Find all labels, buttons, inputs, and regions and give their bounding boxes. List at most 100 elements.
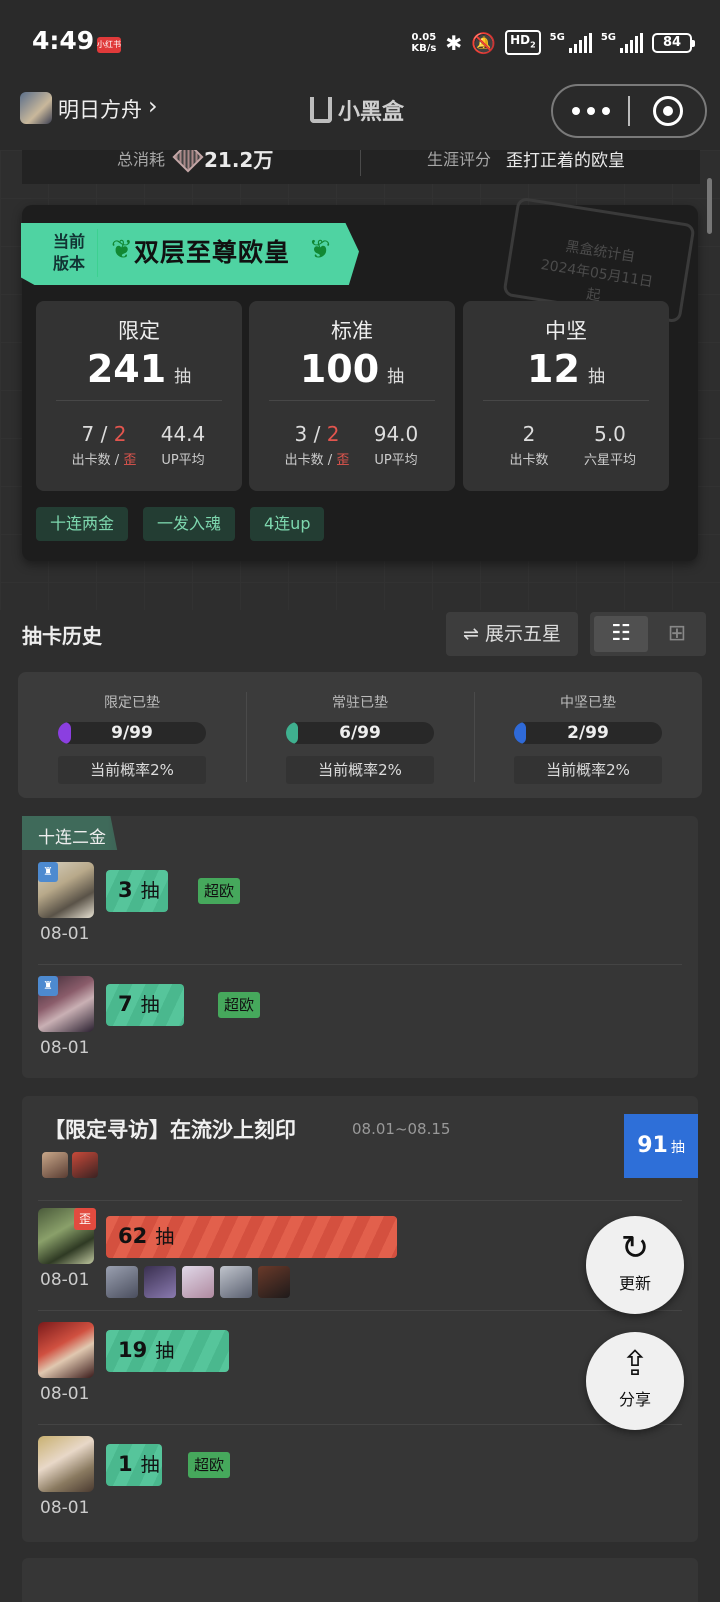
pull-count-bar: 3抽 [106, 870, 168, 912]
history-title: 抽卡历史 [22, 624, 102, 648]
orundum-icon [172, 150, 204, 173]
grid-view-icon[interactable]: ⊞ [650, 616, 704, 652]
pool-six-star-average: 5.0 六星平均 [583, 422, 636, 468]
lucky-badge: 超欧 [218, 992, 261, 1018]
career-score-label: 生涯评分 [427, 150, 492, 169]
lucky-badge: 超欧 [198, 878, 241, 904]
laurel-left-icon: ❦ [111, 235, 133, 265]
achievement-tag: 一发入魂 [143, 507, 236, 541]
banner-date-range: 08.01~08.15 [352, 1120, 451, 1138]
pull-date: 08-01 [40, 924, 90, 944]
hd-voice-icon: HD2 [505, 30, 541, 56]
pity-standard: 常驻已垫 6/99 当前概率2% [246, 672, 474, 798]
rank-card: 黑盒统计自 2024年05月11日起 当前 版本 ❦ 双层至尊欧皇 ❦ 限定 241… [21, 196, 698, 561]
pull-count-bar: 19 抽 [106, 1330, 229, 1372]
pool-standard: 标准 100 抽 3 / 2 出卡数 / 歪 94.0 UP平均 [249, 301, 455, 491]
chevron-right-icon[interactable]: › [148, 92, 158, 120]
pity-progress-bar: 2/99 [514, 722, 662, 744]
operator-avatar[interactable] [38, 1322, 94, 1378]
pool-up-average: 94.0 UP平均 [373, 422, 419, 468]
pool-obtained-stat: 7 / 2 出卡数 / 歪 [71, 422, 137, 468]
group-tag: 十连二金 [22, 816, 118, 850]
status-time: 4:49 [32, 26, 95, 55]
pool-obtained-stat: 3 / 2 出卡数 / 歪 [284, 422, 350, 468]
rank-banner: 当前 版本 ❦ 双层至尊欧皇 ❦ [21, 223, 359, 285]
pity-limited: 限定已垫 9/99 当前概率2% [18, 672, 246, 798]
pool-pull-count: 241 抽 [86, 347, 192, 391]
pool-title: 中坚 [545, 319, 587, 343]
pool-pull-count: 12 抽 [527, 347, 605, 391]
pull-date: 08-01 [40, 1038, 90, 1058]
signal-sim2-icon: 5G [601, 32, 643, 53]
total-cost-label: 总消耗 [117, 150, 166, 169]
career-score-value: 歪打正着的欧皇 [506, 151, 625, 171]
lucky-badge: 超欧 [188, 1452, 231, 1478]
status-icons: 0.05 KB/s ✱ 🔕 HD2 5G 5G 84 [411, 30, 695, 56]
pool-up-average: 44.4 UP平均 [160, 422, 206, 468]
five-star-operator-icon[interactable] [220, 1266, 252, 1298]
refresh-button[interactable]: ↻ 更新 [586, 1216, 684, 1314]
pool-type-icon: ♜ [38, 862, 58, 882]
heybox-logo-icon [310, 97, 332, 123]
next-history-group [22, 1558, 698, 1602]
pool-title: 标准 [331, 319, 373, 343]
app-name-link[interactable]: 明日方舟 [58, 94, 142, 124]
notification-badge: 小红书 [97, 37, 121, 53]
total-cost-value: 21.2万 [204, 150, 274, 172]
scrollbar[interactable] [707, 178, 712, 234]
target-icon [652, 96, 683, 126]
pull-count-bar: 7抽 [106, 984, 184, 1026]
pool-type-icon: ♜ [38, 976, 58, 996]
five-star-operator-icon[interactable] [258, 1266, 290, 1298]
off-rate-badge: 歪 [74, 1208, 96, 1230]
laurel-right-icon: ❦ [309, 235, 331, 265]
banner-group: 【限定寻访】在流沙上刻印 08.01~08.15 91 抽 歪 08-01 62 抽… [22, 1096, 698, 1542]
pool-core: 中坚 12 抽 2 出卡数 5.0 六星平均 [463, 301, 669, 491]
signal-sim1-icon: 5G [550, 32, 592, 53]
brand-logo: 小黑盒 [310, 94, 404, 126]
mute-bell-icon: 🔕 [471, 30, 497, 55]
featured-operator-icon [42, 1152, 68, 1178]
pool-limited: 限定 241 抽 7 / 2 出卡数 / 歪 44.4 UP平均 [36, 301, 242, 491]
five-star-operator-icon[interactable] [106, 1266, 138, 1298]
main-content[interactable]: 总消耗 21.2万 生涯评分 歪打正着的欧皇 黑盒统计自 2024年05月11日起… [0, 150, 720, 1602]
more-options-button[interactable] [553, 86, 628, 136]
bluetooth-icon: ✱ [445, 30, 463, 55]
current-version-label: 当前 版本 [53, 232, 86, 273]
network-speed: 0.05 KB/s [411, 31, 437, 54]
pull-count-bar: 1抽 [106, 1444, 162, 1486]
pool-obtained-stat: 2 出卡数 [509, 422, 549, 468]
app-avatar[interactable] [20, 92, 52, 124]
rank-title: 双层至尊欧皇 [134, 238, 291, 267]
share-button[interactable]: ⇪ 分享 [586, 1332, 684, 1430]
five-star-operator-icon[interactable] [182, 1266, 214, 1298]
pull-date: 08-01 [40, 1384, 90, 1404]
five-star-operator-icon[interactable] [144, 1266, 176, 1298]
close-miniprogram-button[interactable] [630, 86, 705, 136]
banner-title: 【限定寻访】在流沙上刻印 [44, 1118, 296, 1142]
pool-pull-count: 100 抽 [299, 347, 405, 391]
battery-icon: 84 [652, 32, 695, 53]
operator-avatar[interactable] [38, 1436, 94, 1492]
pity-progress-bar: 6/99 [286, 722, 434, 744]
pity-counters: 限定已垫 9/99 当前概率2% 常驻已垫 6/99 当前概率2% 中坚已垫 2… [18, 672, 702, 798]
history-group: 十连二金 ♜ 08-01 3抽 超欧 ♜ 08-01 7抽 超欧 [22, 816, 698, 1078]
capsule-menu [551, 84, 707, 138]
pity-progress-bar: 9/99 [58, 722, 206, 744]
pull-date: 08-01 [40, 1270, 90, 1290]
divider [97, 229, 98, 277]
pull-date: 08-01 [40, 1498, 90, 1518]
pull-count-bar: 62 抽 [106, 1216, 397, 1258]
pity-core: 中坚已垫 2/99 当前概率2% [474, 672, 702, 798]
current-rate: 当前概率2% [286, 756, 434, 784]
pool-title: 限定 [118, 319, 160, 343]
share-icon: ⇪ [620, 1344, 650, 1384]
refresh-icon: ↻ [620, 1228, 650, 1268]
current-rate: 当前概率2% [514, 756, 662, 784]
list-view-icon[interactable]: ☷ [594, 616, 648, 652]
status-bar: 4:49 小红书 0.05 KB/s ✱ 🔕 HD2 5G 5G 84 [0, 0, 720, 84]
featured-operator-icon [72, 1152, 98, 1178]
view-mode-toggle: ☷ ⊞ [590, 612, 706, 656]
banner-total-pulls: 91 抽 [624, 1114, 698, 1178]
show-five-star-button[interactable]: ⇌ 展示五星 [446, 612, 578, 656]
